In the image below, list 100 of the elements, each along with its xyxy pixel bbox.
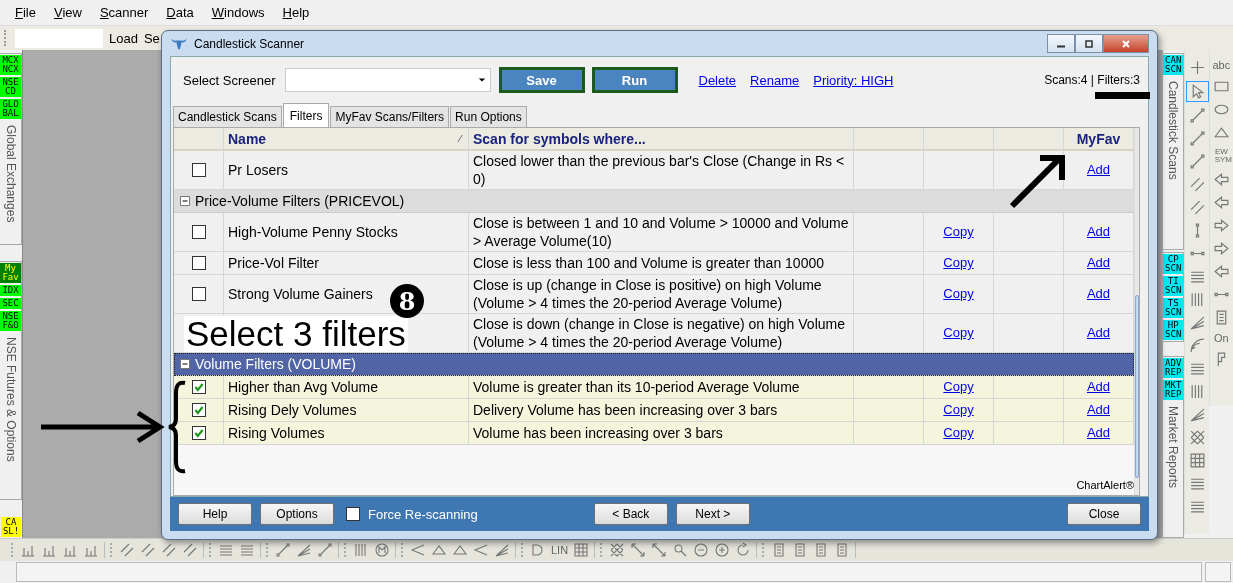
panel-tag[interactable]: CP SCN	[1163, 254, 1184, 275]
menu-item[interactable]: Windows	[204, 5, 276, 20]
menu-item[interactable]: Scanner	[92, 5, 160, 20]
tab[interactable]: Filters	[282, 103, 330, 127]
footer-button[interactable]: Options	[260, 503, 334, 525]
toolbar-button[interactable]: Se	[143, 30, 160, 46]
horizontal-lines-icon[interactable]	[239, 542, 255, 558]
grip-icon[interactable]	[4, 30, 9, 46]
panel-tag[interactable]: My Fav	[0, 262, 21, 283]
line-icon[interactable]	[317, 542, 333, 558]
tab[interactable]: Run Options	[450, 106, 527, 127]
close-dialog-button[interactable]: Close	[1067, 503, 1141, 525]
toolbar-button[interactable]: Load	[109, 30, 138, 46]
panel-tag[interactable]: ADV REP	[1163, 358, 1184, 379]
copy-link[interactable]: Copy	[943, 424, 974, 442]
add-link[interactable]: Add	[1086, 324, 1111, 342]
collapse-icon[interactable]	[180, 359, 190, 369]
panel-tag[interactable]: TI SCN	[1163, 276, 1184, 297]
panel-tag[interactable]: IDX	[0, 284, 21, 296]
checkbox[interactable]	[191, 403, 206, 417]
left-arrow-icon[interactable]	[1212, 171, 1230, 188]
checkbox[interactable]	[191, 163, 206, 177]
panel-tag[interactable]: CA SL!	[0, 517, 22, 537]
panel-tag[interactable]: NSE F&O	[0, 310, 21, 331]
symbol-field[interactable]	[15, 28, 103, 48]
parallel-lines-icon[interactable]	[1188, 199, 1206, 216]
tab[interactable]: Candlestick Scans	[173, 106, 282, 127]
panel-tag[interactable]: CAN SCN	[1163, 55, 1184, 75]
parallel-lines-icon[interactable]	[119, 542, 135, 558]
action-button[interactable]: Run	[591, 67, 678, 93]
add-link[interactable]: Add	[1086, 254, 1111, 272]
panel-tag[interactable]: GLOBAL	[0, 99, 21, 119]
panel-tag[interactable]: HP SCN	[1163, 320, 1184, 341]
sort-icon[interactable]	[457, 134, 464, 143]
tool-label[interactable]: abc	[1212, 60, 1231, 71]
parallel-lines-icon[interactable]	[161, 542, 177, 558]
minimize-button[interactable]	[1047, 34, 1075, 53]
fan-lines-icon[interactable]	[296, 542, 312, 558]
tool-label[interactable]: On	[1214, 333, 1229, 344]
fan-lines-icon[interactable]	[494, 542, 510, 558]
right-arrow-icon[interactable]	[1212, 217, 1230, 234]
crosshatch-icon[interactable]	[609, 542, 626, 558]
copy-link[interactable]: Copy	[943, 254, 974, 272]
panel-tag[interactable]: NSE CD	[0, 77, 21, 97]
menu-item[interactable]: File	[8, 5, 47, 20]
line-icon[interactable]	[1188, 130, 1206, 147]
tab[interactable]: MyFav Scans/Filters	[330, 106, 450, 127]
panel-title[interactable]: Candlestick Scans	[1166, 81, 1181, 180]
zoom-out-icon[interactable]	[693, 542, 710, 558]
menu-item[interactable]: View	[46, 5, 93, 20]
crosshair-icon[interactable]	[1188, 59, 1206, 76]
action-button[interactable]: Save	[498, 67, 585, 93]
horizontal-lines-icon[interactable]	[218, 542, 234, 558]
menu-item[interactable]: Data	[159, 5, 205, 20]
nav-button[interactable]: Next >	[675, 503, 750, 525]
column-header[interactable]: MyFav	[1076, 130, 1121, 147]
checkbox[interactable]	[191, 225, 206, 239]
pointer-icon[interactable]	[1185, 81, 1209, 102]
angle-icon[interactable]	[473, 542, 489, 558]
footer-button[interactable]: Help	[178, 503, 252, 525]
panel-title[interactable]: Global Exchanges	[3, 125, 18, 223]
parallel-lines-icon[interactable]	[182, 542, 198, 558]
angle-icon[interactable]	[410, 542, 426, 558]
link[interactable]: Rename	[750, 72, 800, 88]
menu-item[interactable]: Help	[275, 5, 321, 20]
copy-link[interactable]: Copy	[943, 285, 974, 303]
panel-tag[interactable]: MKT REP	[1163, 380, 1184, 401]
panel-title[interactable]: NSE Futures & Options	[3, 336, 18, 462]
nav-button[interactable]: < Back	[593, 503, 668, 525]
link[interactable]: Delete	[698, 72, 737, 88]
copy-link[interactable]: Copy	[943, 223, 974, 241]
maximize-button[interactable]	[1075, 34, 1103, 53]
scroll-thumb[interactable]	[1135, 295, 1139, 478]
tool-label[interactable]: LIN	[551, 544, 569, 556]
grid-icon[interactable]	[1188, 452, 1206, 469]
checkbox[interactable]	[191, 380, 206, 394]
line-icon[interactable]	[1188, 153, 1206, 170]
add-link[interactable]: Add	[1086, 223, 1111, 241]
scrollbar[interactable]	[1134, 128, 1139, 495]
group-row[interactable]: Price-Volume Filters (PRICEVOL)	[174, 190, 1134, 213]
line-icon[interactable]	[1188, 107, 1206, 124]
add-link[interactable]: Add	[1086, 424, 1111, 442]
copy-link[interactable]: Copy	[943, 324, 974, 342]
crosshatch-icon[interactable]	[1188, 429, 1206, 446]
copy-link[interactable]: Copy	[943, 378, 974, 396]
parallel-lines-icon[interactable]	[140, 542, 156, 558]
close-button[interactable]	[1103, 34, 1149, 53]
expand-icon[interactable]	[630, 542, 647, 558]
left-arrow-icon[interactable]	[1212, 194, 1230, 211]
panel-tag[interactable]: MCX NCX	[0, 55, 21, 75]
checkbox[interactable]	[191, 256, 206, 270]
column-header[interactable]: Name	[228, 130, 267, 147]
copy-link[interactable]: Copy	[943, 401, 974, 419]
panel-tag[interactable]: SEC	[0, 297, 21, 309]
right-arrow-icon[interactable]	[1212, 240, 1230, 257]
expand-icon[interactable]	[651, 542, 668, 558]
add-link[interactable]: Add	[1086, 161, 1111, 179]
line-icon[interactable]	[275, 542, 291, 558]
column-header[interactable]: Scan for symbols where...	[473, 130, 646, 147]
add-link[interactable]: Add	[1086, 401, 1111, 419]
